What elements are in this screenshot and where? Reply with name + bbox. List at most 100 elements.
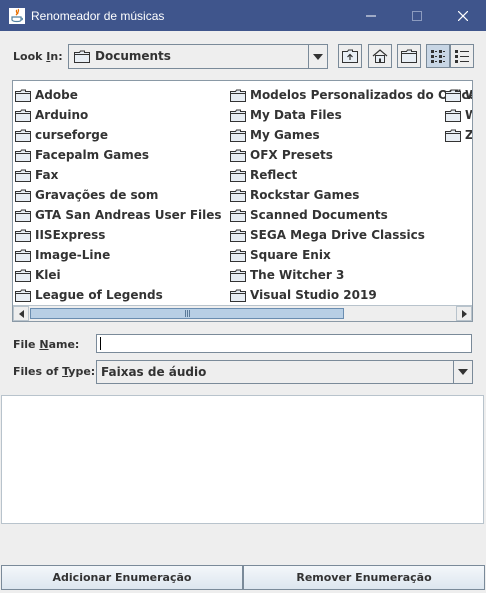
- chevron-left-icon: [18, 309, 24, 318]
- folder-icon: [230, 249, 246, 262]
- files-of-type-label-prefix: Files of: [13, 365, 63, 378]
- folder-icon: [230, 149, 246, 162]
- up-folder-icon: [342, 49, 358, 63]
- file-list-item[interactable]: My Games: [230, 125, 472, 145]
- minimize-icon: [366, 15, 376, 16]
- file-list-item-label: Visual Studio 2019: [250, 288, 377, 302]
- file-list-item-label: League of Legends: [35, 288, 163, 302]
- scroll-left-button[interactable]: [13, 306, 29, 321]
- maximize-icon: [412, 10, 422, 21]
- folder-icon: [445, 109, 461, 122]
- file-list-column-1: Adobe Arduino curseforge Facepalm Games Fax G…: [15, 85, 222, 305]
- file-list-item[interactable]: Klei: [15, 265, 222, 285]
- file-list-item-label: Arduino: [35, 108, 89, 122]
- new-folder-button[interactable]: [397, 44, 421, 68]
- file-list-item[interactable]: Facepalm Games: [15, 145, 222, 165]
- look-in-value: Documents: [74, 49, 171, 63]
- files-of-type-combo[interactable]: Faixas de áudio: [96, 360, 473, 384]
- folder-icon: [230, 109, 246, 122]
- file-list-item-label: Reflect: [250, 168, 298, 182]
- folder-icon: [15, 289, 31, 302]
- file-list-item[interactable]: IISExpress: [15, 225, 222, 245]
- home-icon: [372, 49, 388, 63]
- file-list-item[interactable]: curseforge: [15, 125, 222, 145]
- look-in-dropdown-button[interactable]: [308, 45, 327, 68]
- list-view-button[interactable]: [426, 44, 450, 68]
- file-list-item[interactable]: W: [445, 85, 472, 105]
- files-of-type-label: Files of Type:: [13, 365, 95, 378]
- minimize-button[interactable]: [348, 0, 394, 31]
- file-list-item[interactable]: Modelos Personalizados do Office: [230, 85, 472, 105]
- look-in-selected-text: Documents: [95, 49, 171, 63]
- file-list-item[interactable]: Arduino: [15, 105, 222, 125]
- folder-icon: [230, 189, 246, 202]
- file-list-item[interactable]: GTA San Andreas User Files: [15, 205, 222, 225]
- folder-icon: [15, 189, 31, 202]
- file-list-column-2: Modelos Personalizados do Office My Data …: [230, 85, 472, 305]
- folder-icon: [445, 129, 461, 142]
- folder-icon: [15, 109, 31, 122]
- folder-icon: [230, 209, 246, 222]
- file-list-item[interactable]: Gravações de som: [15, 185, 222, 205]
- up-one-level-button[interactable]: [338, 44, 362, 68]
- folder-icon: [230, 289, 246, 302]
- file-list[interactable]: Adobe Arduino curseforge Facepalm Games Fax G…: [12, 80, 473, 322]
- file-name-label-prefix: File: [13, 338, 40, 351]
- file-list-item-label: My Games: [250, 128, 320, 142]
- look-in-combo[interactable]: Documents: [68, 44, 328, 69]
- scroll-right-button[interactable]: [456, 306, 472, 321]
- file-list-item[interactable]: My Data Files: [230, 105, 472, 125]
- file-list-item[interactable]: Image-Line: [15, 245, 222, 265]
- remove-enumeration-button[interactable]: Remover Enumeração: [243, 565, 485, 590]
- file-list-item[interactable]: The Witcher 3: [230, 265, 472, 285]
- look-in-label-prefix: Look: [13, 50, 47, 63]
- file-list-item[interactable]: OFX Presets: [230, 145, 472, 165]
- look-in-label: Look In:: [13, 50, 63, 63]
- file-name-label-suffix: ame:: [48, 338, 80, 351]
- file-list-item[interactable]: Reflect: [230, 165, 472, 185]
- file-list-item[interactable]: Rockstar Games: [230, 185, 472, 205]
- file-name-input[interactable]: [96, 334, 472, 353]
- file-list-column-3: WWZ: [445, 85, 472, 145]
- file-list-item[interactable]: Adobe: [15, 85, 222, 105]
- file-list-item-label: Adobe: [35, 88, 78, 102]
- file-list-item[interactable]: Visual Studio 2019: [230, 285, 472, 305]
- title-bar: Renomeador de músicas: [0, 0, 486, 31]
- folder-icon: [230, 169, 246, 182]
- file-name-label: File Name:: [13, 338, 79, 351]
- details-view-icon: [455, 50, 469, 63]
- file-list-item-label: SEGA Mega Drive Classics: [250, 228, 425, 242]
- file-list-item-label: curseforge: [35, 128, 108, 142]
- scroll-thumb[interactable]: [30, 308, 344, 319]
- folder-icon: [230, 229, 246, 242]
- horizontal-scrollbar[interactable]: [13, 305, 472, 321]
- folder-icon: [230, 89, 246, 102]
- chevron-right-icon: [461, 309, 467, 318]
- file-list-item-label: IISExpress: [35, 228, 106, 242]
- file-list-item-label: OFX Presets: [250, 148, 333, 162]
- look-in-label-suffix: n:: [50, 50, 63, 63]
- file-list-item[interactable]: SEGA Mega Drive Classics: [230, 225, 472, 245]
- folder-icon: [445, 89, 461, 102]
- folder-icon: [15, 249, 31, 262]
- file-name-label-mnemonic: N: [39, 338, 49, 351]
- home-button[interactable]: [368, 44, 392, 68]
- file-list-item[interactable]: W: [445, 105, 472, 125]
- add-enumeration-button[interactable]: Adicionar Enumeração: [1, 565, 243, 590]
- files-of-type-dropdown-button[interactable]: [453, 361, 472, 383]
- output-text-area[interactable]: [1, 395, 484, 524]
- close-icon: [458, 10, 468, 21]
- file-list-item[interactable]: Square Enix: [230, 245, 472, 265]
- close-button[interactable]: [440, 0, 486, 31]
- java-app-icon: [9, 7, 25, 24]
- file-list-item-label: The Witcher 3: [250, 268, 345, 282]
- folder-icon: [15, 149, 31, 162]
- file-list-item-label: Gravações de som: [35, 188, 159, 202]
- file-list-item[interactable]: Z: [445, 125, 472, 145]
- file-list-item[interactable]: Fax: [15, 165, 222, 185]
- maximize-button[interactable]: [394, 0, 440, 31]
- file-list-item[interactable]: Scanned Documents: [230, 205, 472, 225]
- file-list-item[interactable]: League of Legends: [15, 285, 222, 305]
- list-view-icon: [431, 50, 445, 63]
- details-view-button[interactable]: [450, 44, 474, 68]
